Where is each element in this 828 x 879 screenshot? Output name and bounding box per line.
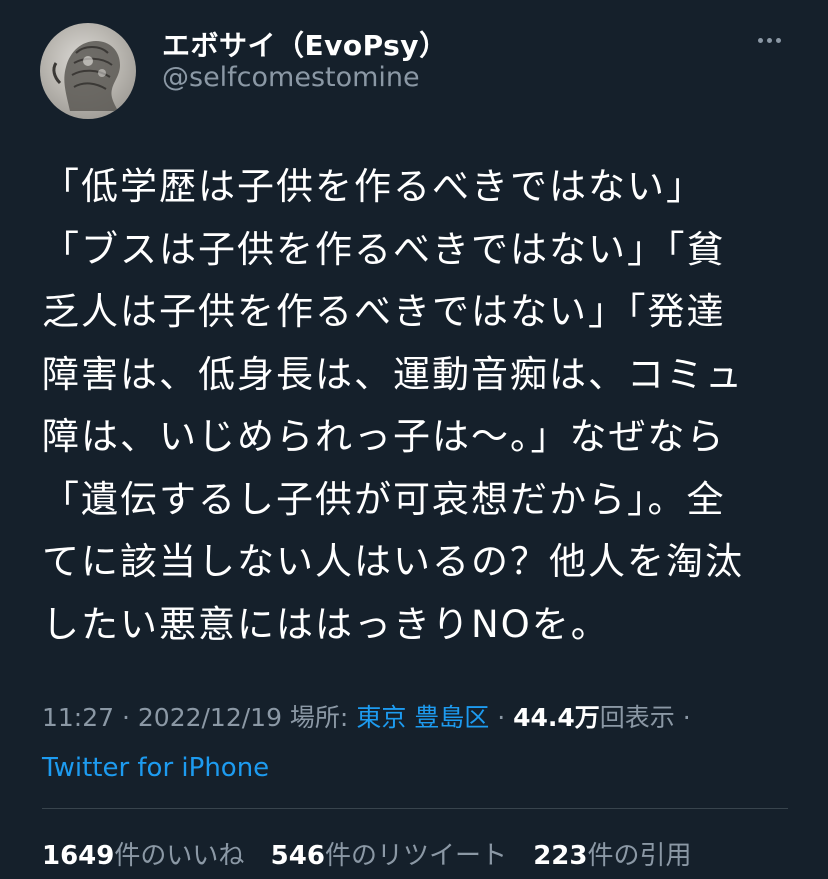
source-link[interactable]: Twitter for iPhone [42,753,269,783]
tweet-time[interactable]: 11:27 [42,703,114,732]
tweet-line: したい悪意にははっきりNOを。 [42,602,610,646]
author-display-name[interactable]: エボサイ（EvoPsy） [162,24,448,64]
quotes-count: 223 [533,841,588,871]
tweet-line: 乏人は子供を作るべきではない」「発達 [42,290,726,333]
tweet-text: 「低学歴は子供を作るべきではない」 「ブスは子供を作るべきではない」「貧 乏人は… [42,156,802,656]
tweet-line: てに該当しない人はいるの？他人を淘汰 [42,540,744,583]
likes-stat[interactable]: 1649件のいいね [42,835,244,872]
tweet-line: 障害は、低身長は、運動音痴は、コミュ [42,352,744,396]
tweet-meta: 11:27 · 2022/12/19 場所: 東京 豊島区 · 44.4万回表示… [42,698,691,734]
author-handle[interactable]: @selfcomestomine [162,62,420,93]
retweets-label: 件のリツイート [324,841,507,871]
more-horizontal-icon[interactable] [750,20,790,60]
retweets-count: 546 [270,841,325,871]
tweet-stats: 1649件のいいね 546件のリツイート 223件の引用 [42,835,710,872]
quotes-label: 件の引用 [587,841,692,871]
separator: · [674,703,691,732]
avatar-image [52,41,120,111]
tweet-line: 「低学歴は子供を作るべきではない」 [42,165,705,208]
views-count: 44.4万 [513,703,600,732]
avatar[interactable] [40,23,136,119]
tweet-line: 「ブスは子供を作るべきではない」「貧 [42,227,726,271]
location-link[interactable]: 東京 豊島区 [356,703,489,732]
tweet-line: 「遺伝するし子供が可哀想だから」。全 [42,477,726,521]
tweet-date[interactable]: 2022/12/19 [138,703,282,732]
likes-count: 1649 [42,841,115,871]
tweet-line: 障は、いじめられっ子は〜。」なぜなら [42,415,726,458]
quotes-stat[interactable]: 223件の引用 [533,835,691,872]
retweets-stat[interactable]: 546件のリツイート [271,835,507,872]
separator: · [489,703,514,732]
separator: · [114,703,138,732]
views-label: 回表示 [599,703,675,732]
divider [42,808,788,809]
likes-label: 件のいいね [114,841,245,871]
location-label: 場所: [281,703,357,732]
